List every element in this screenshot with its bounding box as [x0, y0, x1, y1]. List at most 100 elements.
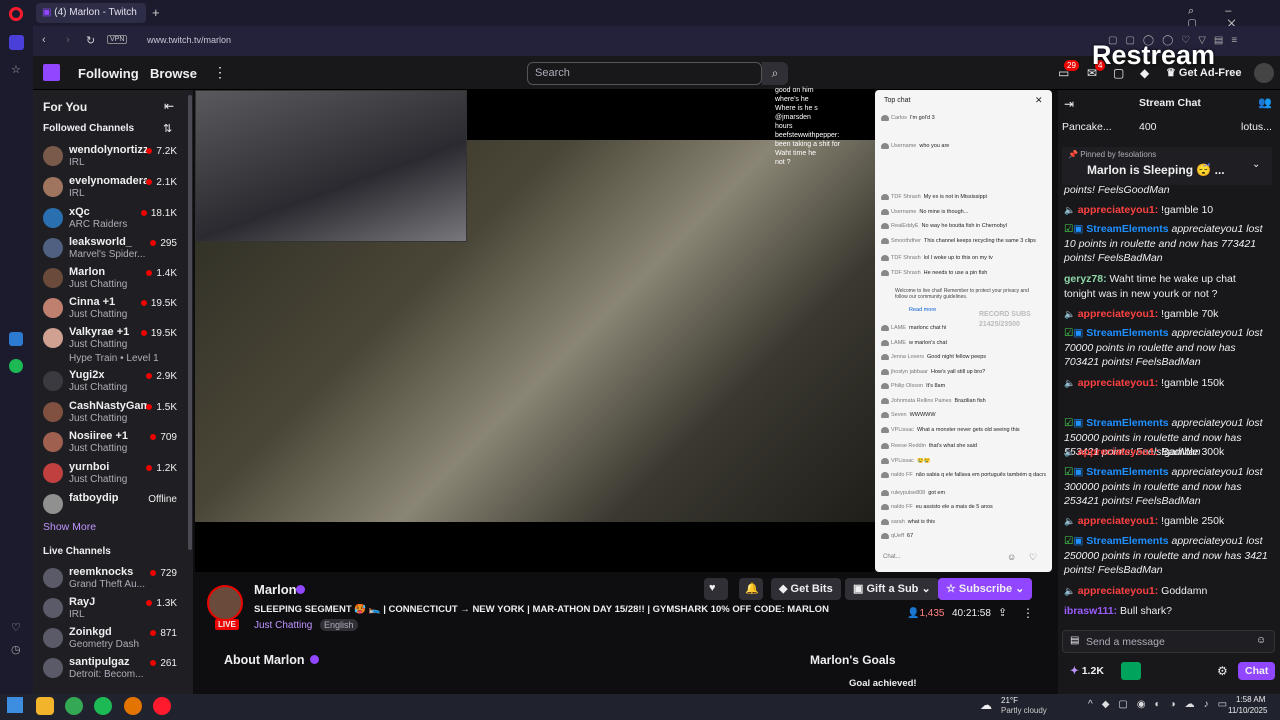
chat-users-icon[interactable]: 👥	[1258, 96, 1272, 109]
chat-username[interactable]: geryz78:	[1064, 273, 1107, 285]
subscribe-button[interactable]: ☆ Subscribe ⌄	[938, 578, 1033, 600]
viewer-count-value: 1,435	[919, 608, 945, 619]
avatar	[881, 238, 889, 244]
prediction-icon[interactable]	[1121, 662, 1141, 680]
sidebar-item-6[interactable]: Valkyrae +1 Just Chatting 19.5K	[43, 326, 183, 356]
chat-send-button[interactable]: Chat	[1238, 662, 1276, 680]
gift-sub-button[interactable]: ▣ Gift a Sub ⌄	[845, 578, 939, 600]
url-field[interactable]: www.twitch.tv/marlon	[147, 35, 231, 45]
pinned-message[interactable]: 📌 Pinned by fesolations Marlon is Sleepi…	[1062, 147, 1272, 185]
sidebar-item-1[interactable]: evelynomadera IRL 2.1K	[43, 175, 183, 205]
viewers-value: 1.3K	[156, 598, 177, 609]
chat-input[interactable]: ▤ Send a message ☺	[1062, 630, 1275, 653]
yt-chat-message: Johnmata Rellins Paines Brazilian fish	[881, 398, 1046, 404]
follow-heart-button[interactable]: ♥	[704, 578, 728, 600]
history-icon[interactable]: ◷	[11, 643, 21, 656]
sidebar-item-0[interactable]: wendolynortizz IRL 7.2K	[43, 144, 183, 174]
share-icon[interactable]: ⇪	[998, 606, 1007, 619]
collapse-chat-icon[interactable]: ⇥	[1064, 97, 1074, 111]
browser-tab[interactable]: ▣ (4) Marlon - Twitch	[36, 3, 146, 23]
user-avatar[interactable]	[1254, 63, 1274, 83]
sidebar-scrollbar[interactable]	[188, 95, 192, 550]
mod-badge-icon: ▣	[1073, 417, 1087, 429]
chat-username[interactable]: StreamElements	[1086, 327, 1168, 339]
chat-text: !gamble 300k	[1161, 446, 1225, 458]
emote-icon[interactable]: ☺	[1256, 635, 1266, 646]
chrome-icon[interactable]	[65, 697, 83, 715]
get-bits-button[interactable]: ◆ Get Bits	[771, 578, 841, 600]
sidebar-item-2[interactable]: xQc ARC Raiders 18.1K	[43, 206, 183, 236]
channel-points[interactable]: ✦ 1.2K	[1070, 665, 1104, 677]
heart-icon[interactable]: ♡	[11, 621, 21, 634]
chat-username[interactable]: StreamElements	[1086, 466, 1168, 478]
streamer-name[interactable]: Marlon	[254, 582, 297, 597]
chat-settings-icon[interactable]: ⚙	[1217, 664, 1228, 678]
category-link[interactable]: Just Chatting	[254, 620, 312, 631]
more-icon[interactable]: ⋮	[213, 64, 227, 81]
collapse-sidebar-icon[interactable]: ⇤	[164, 99, 174, 113]
verified-icon	[296, 585, 305, 594]
nav-following[interactable]: Following	[78, 66, 139, 81]
yt-username: TDF Shrash	[891, 194, 921, 200]
reload-icon[interactable]: ↻	[86, 34, 95, 47]
yt-close-icon[interactable]: ✕	[1035, 95, 1043, 106]
get-ad-free-button[interactable]: ♛ Get Ad-Free	[1166, 66, 1241, 79]
sidebar-item-5[interactable]: Cinna +1 Just Chatting 19.5K	[43, 296, 183, 326]
streamer-avatar[interactable]	[207, 585, 243, 621]
yt-read-more[interactable]: Read more	[909, 307, 936, 313]
sort-icon[interactable]: ⇅	[163, 122, 172, 135]
search-icon[interactable]: ⌕	[762, 62, 788, 85]
opera-logo-icon[interactable]	[9, 7, 23, 21]
live-item-1[interactable]: RayJ IRL 1.3K	[43, 596, 183, 626]
yt-chat-header[interactable]: Top chat	[884, 97, 910, 104]
windows-start-icon[interactable]	[7, 697, 23, 713]
yt-heart-icon[interactable]: ♡	[1029, 552, 1037, 563]
sidebar-app-icon[interactable]	[9, 332, 23, 346]
new-tab-button[interactable]: +	[152, 5, 160, 20]
opera-taskbar-icon[interactable]	[153, 697, 171, 715]
gift-leader-1[interactable]: Pancake...	[1062, 121, 1112, 133]
back-icon[interactable]: ‹	[42, 34, 46, 46]
gift-leader-2[interactable]: lotus...	[1241, 121, 1272, 133]
notification-bell-button[interactable]: 🔔	[739, 578, 763, 600]
more-options-icon[interactable]: ⋮	[1022, 606, 1034, 620]
sidebar-item-8[interactable]: CashNastyGam...Just Chatting 1.5K	[43, 400, 183, 430]
overlay-chat-line: been taking a shit for	[775, 141, 840, 148]
sidebar-item-10[interactable]: yurnboi Just Chatting 1.2K	[43, 461, 183, 491]
chat-username[interactable]: StreamElements	[1086, 535, 1168, 547]
bookmark-icon[interactable]: ☆	[11, 63, 21, 76]
search-input[interactable]: Search	[527, 62, 762, 85]
yt-chat-input[interactable]: Chat...	[883, 554, 1003, 560]
chat-username[interactable]: appreciateyou1:	[1078, 515, 1159, 527]
file-explorer-icon[interactable]	[36, 697, 54, 715]
forward-icon[interactable]: ›	[66, 34, 70, 46]
chat-username[interactable]: StreamElements	[1086, 223, 1168, 235]
chat-username[interactable]: StreamElements	[1086, 417, 1168, 429]
sidebar-item-4[interactable]: Marlon Just Chatting 1.4K	[43, 266, 183, 296]
sidebar-item-3[interactable]: leaksworld_ Marvel's Spider... 295	[43, 236, 183, 266]
chat-username[interactable]: appreciateyou1:	[1078, 377, 1159, 389]
chat-username[interactable]: appreciateyou1:	[1078, 446, 1159, 458]
chevron-down-icon[interactable]: ⌄	[1252, 159, 1260, 170]
chat-username[interactable]: appreciateyou1:	[1078, 308, 1159, 320]
chat-username[interactable]: ibrasw111:	[1064, 605, 1117, 617]
live-item-3[interactable]: santipulgaz Detroit: Becom... 261	[43, 656, 183, 686]
show-more-link[interactable]: Show More	[43, 521, 96, 533]
chrome-dev-icon[interactable]	[124, 697, 142, 715]
chat-username[interactable]: appreciateyou1:	[1078, 585, 1159, 597]
yt-emoji-icon[interactable]: ☺	[1007, 552, 1016, 562]
sidebar-item-9[interactable]: Nosiiree +1 Just Chatting 709	[43, 430, 183, 460]
chat-username[interactable]: appreciateyou1:	[1078, 204, 1159, 216]
language-tag[interactable]: English	[320, 619, 358, 631]
spotify-taskbar-icon[interactable]	[94, 697, 112, 715]
yt-message-text: 😢😢	[916, 458, 931, 464]
sidebar-item-11[interactable]: fatboydip Offline	[43, 492, 183, 522]
twitch-logo-icon[interactable]	[43, 64, 60, 81]
vpn-badge[interactable]: VPN	[107, 35, 128, 44]
live-item-2[interactable]: Zoinkgd Geometry Dash 871	[43, 626, 183, 656]
spotify-icon[interactable]	[9, 359, 23, 373]
nav-browse[interactable]: Browse	[150, 66, 197, 81]
live-item-0[interactable]: reemknocks Grand Theft Au... 729	[43, 566, 183, 596]
sidebar-item-7[interactable]: Yugi2x Just Chatting 2.9K	[43, 369, 183, 399]
home-icon[interactable]	[9, 35, 24, 50]
